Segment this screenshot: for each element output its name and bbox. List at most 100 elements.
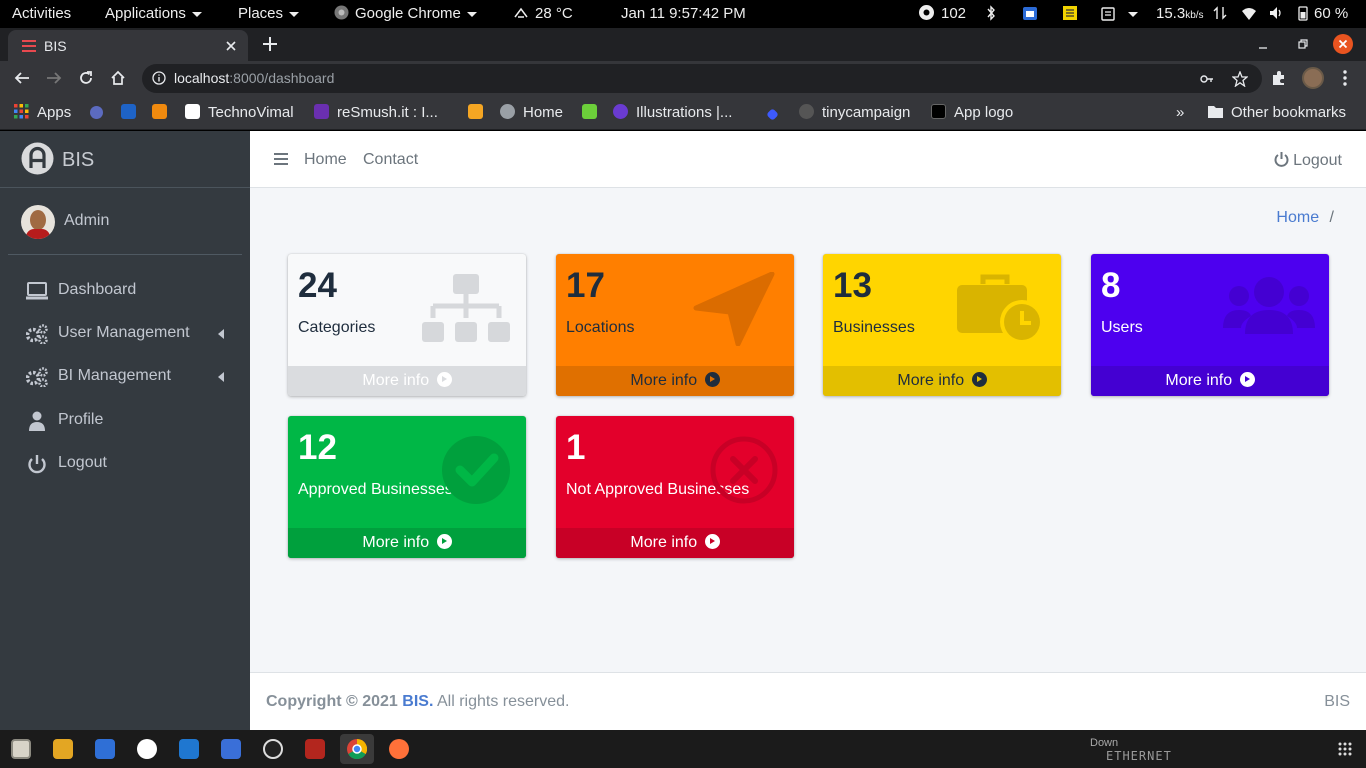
sidebar-item-label: Dashboard — [58, 281, 137, 298]
active-app-label: Google Chrome — [355, 5, 461, 22]
applications-menu[interactable]: Applications — [105, 0, 202, 28]
more-options-icon[interactable] — [1343, 70, 1347, 86]
more-info-label: More info — [1165, 372, 1233, 389]
power-icon — [1274, 152, 1289, 167]
url-path: :8000/dashboard — [229, 70, 335, 86]
calendar-tray-icon[interactable] — [1022, 5, 1038, 21]
close-tab-icon[interactable] — [226, 41, 236, 51]
stat-card-locations: 17 Locations More info — [556, 254, 794, 396]
active-app-menu[interactable]: Google Chrome — [334, 0, 477, 28]
bookmark-resmush[interactable]: reSmush.it : I... — [314, 95, 438, 130]
stat-card-categories: 24 Categories More info — [288, 254, 526, 396]
more-info-link[interactable]: More info — [556, 366, 794, 396]
more-info-link[interactable]: More info — [288, 366, 526, 396]
more-info-link[interactable]: More info — [823, 366, 1061, 396]
other-bookmarks[interactable]: Other bookmarks — [1208, 95, 1346, 130]
firefox-app-icon[interactable] — [389, 739, 409, 759]
caret-down-icon — [1128, 11, 1138, 17]
stat-card-businesses: 13 Businesses More info — [823, 254, 1061, 396]
sidebar-item-bi-management[interactable]: BI Management — [8, 357, 242, 397]
more-info-link[interactable]: More info — [1091, 366, 1329, 396]
notes-tray-icon[interactable] — [1062, 5, 1078, 21]
text-editor-app-icon[interactable] — [95, 739, 115, 759]
writer-app-icon[interactable] — [137, 739, 157, 759]
network-speed-unit: kb/s — [1185, 10, 1204, 21]
bookmark-favicon — [90, 106, 103, 119]
info-icon[interactable] — [152, 71, 166, 85]
footer-brand-link[interactable]: BIS. — [402, 693, 433, 710]
bookmark-label: TechnoVimal — [208, 104, 294, 121]
bookmark-quote[interactable] — [121, 95, 144, 130]
home-icon[interactable] — [110, 70, 126, 86]
clock[interactable]: Jan 11 9:57:42 PM — [621, 0, 746, 28]
bookmark-green[interactable] — [582, 95, 605, 130]
wifi-icon[interactable] — [1241, 5, 1257, 21]
nav-contact-link[interactable]: Contact — [363, 151, 418, 169]
bookmark-star-icon[interactable] — [1232, 71, 1248, 87]
extensions-icon[interactable] — [1271, 70, 1287, 86]
bookmark-orange[interactable] — [468, 95, 491, 130]
chrome-app-icon[interactable] — [347, 739, 367, 759]
notifications-indicator[interactable]: 102 — [918, 0, 966, 28]
key-icon[interactable] — [1200, 72, 1214, 86]
bookmark-home[interactable]: Home — [500, 95, 563, 130]
bookmark-illustrations[interactable]: Illustrations |... — [613, 95, 732, 130]
clipboard-menu[interactable] — [1122, 0, 1138, 28]
system-top-bar: Activities Applications Places Google Ch… — [0, 0, 1366, 28]
screenshot-app-icon[interactable] — [221, 739, 241, 759]
close-window-icon[interactable] — [1333, 34, 1353, 54]
main-header: Home Contact Logout — [250, 131, 1366, 188]
volume-icon[interactable] — [1268, 5, 1284, 21]
user-panel[interactable]: Admin — [8, 188, 242, 255]
bluetooth-icon[interactable] — [983, 5, 999, 21]
files-app-icon[interactable] — [53, 739, 73, 759]
show-desktop-icon[interactable] — [11, 739, 31, 759]
new-tab-icon[interactable] — [263, 37, 277, 51]
filezilla-app-icon[interactable] — [305, 739, 325, 759]
back-icon[interactable] — [14, 70, 30, 86]
brand-link[interactable]: BIS — [0, 131, 250, 188]
reload-icon[interactable] — [78, 70, 94, 86]
breadcrumb-home-link[interactable]: Home — [1276, 209, 1319, 226]
sidebar-item-logout[interactable]: Logout — [8, 444, 242, 484]
header-logout-link[interactable]: Logout — [1274, 151, 1342, 170]
brand-logo-icon — [21, 142, 54, 175]
vscode-app-icon[interactable] — [179, 739, 199, 759]
caret-down-icon — [466, 11, 477, 17]
more-info-link[interactable]: More info — [556, 528, 794, 558]
sitemap-icon — [422, 274, 510, 342]
activities-button[interactable]: Activities — [12, 0, 71, 28]
app-grid-icon[interactable] — [1338, 742, 1352, 756]
forward-icon[interactable] — [46, 70, 62, 86]
weather-label: 28 °C — [535, 5, 573, 22]
address-bar[interactable]: localhost:8000/dashboard — [142, 64, 1262, 93]
places-menu[interactable]: Places — [238, 0, 300, 28]
bookmark-technovimal[interactable]: TechnoVimal — [185, 95, 294, 130]
hamburger-menu-icon[interactable] — [274, 153, 288, 165]
nav-home-link[interactable]: Home — [304, 151, 347, 169]
stat-count: 12 — [298, 428, 337, 467]
profile-avatar[interactable] — [1302, 67, 1324, 89]
bookmark-apps-label: Apps — [37, 104, 72, 121]
bookmarks-overflow[interactable]: » — [1176, 95, 1184, 130]
sidebar-item-dashboard[interactable]: Dashboard — [8, 271, 242, 311]
bookmark-app-logo[interactable]: App logo — [931, 95, 1013, 130]
minimize-icon[interactable] — [1258, 40, 1268, 50]
restore-icon[interactable] — [1298, 39, 1308, 49]
more-info-link[interactable]: More info — [288, 528, 526, 558]
sidebar-item-user-management[interactable]: User Management — [8, 314, 242, 354]
browser-tab[interactable]: BIS — [8, 30, 248, 61]
chrome-icon — [334, 5, 349, 20]
clipboard-icon[interactable] — [1100, 5, 1116, 21]
battery-label: 60 % — [1314, 5, 1349, 22]
bookmark-box[interactable] — [152, 95, 175, 130]
sidebar-item-profile[interactable]: Profile — [8, 401, 242, 441]
applications-label: Applications — [105, 5, 186, 22]
weather-indicator[interactable]: 28 °C — [512, 0, 573, 28]
system-monitor-app-icon[interactable] — [263, 739, 283, 759]
bookmark-diamond[interactable] — [766, 95, 785, 130]
bookmark-tinycampaign[interactable]: tinycampaign — [799, 95, 910, 130]
bookmark-p[interactable] — [90, 95, 111, 130]
bookmark-apps[interactable]: Apps — [14, 95, 71, 130]
battery-indicator[interactable]: 60 % — [1298, 0, 1348, 28]
